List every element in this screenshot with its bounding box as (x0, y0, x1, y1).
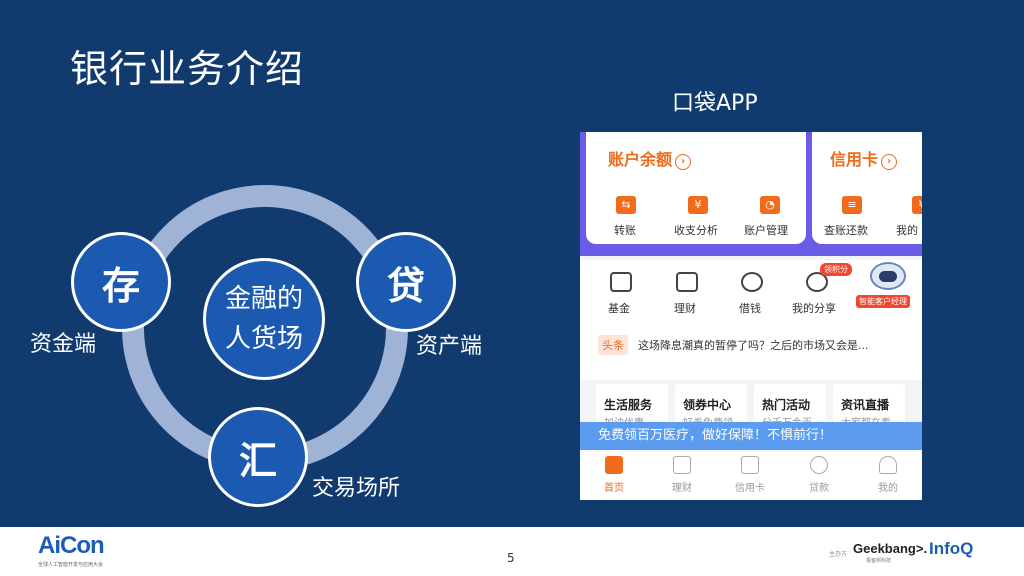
assets-label: 资产端 (416, 334, 483, 359)
news-headline[interactable]: 这场降息潮真的暂停了吗？之后的市场又会是... (638, 337, 869, 353)
aicon-logo-subtitle: 全球人工智能开发与应用大会 (38, 562, 104, 568)
bill-icon[interactable]: ≡ (842, 196, 862, 214)
wallet-icon[interactable] (676, 272, 698, 292)
yuan-icon[interactable]: ¥ (912, 196, 922, 214)
slide-title: 银行业务介绍 (70, 47, 305, 91)
quick-action-analysis[interactable]: 收支分析 (674, 222, 718, 238)
quick-action-manage[interactable]: 账户管理 (744, 222, 788, 238)
menu-fund[interactable]: 基金 (608, 300, 630, 316)
app-screenshot: 账户余额› ⇆ 转账 ¥ 收支分析 ◔ 账户管理 信用卡› ≡ 查账还款 ¥ 我… (580, 132, 922, 500)
home-icon (605, 456, 623, 474)
host-label: 主办方 (829, 551, 848, 558)
tab-home[interactable]: 首页 (584, 450, 644, 500)
news-tag: 头条 (598, 335, 628, 355)
assistant-badge: 智能客户经理 (856, 295, 910, 308)
robot-icon (870, 262, 906, 290)
aicon-logo: AiCon (38, 532, 105, 559)
app-title: 口袋APP (672, 91, 758, 116)
fund-chart-icon[interactable] (610, 272, 632, 292)
user-icon (879, 456, 897, 474)
trading-label: 交易场所 (312, 476, 401, 501)
loan-icon (810, 456, 828, 474)
credit-card-title[interactable]: 信用卡 › (830, 146, 898, 170)
center-node: 金融的 人货场 (203, 258, 325, 380)
funds-label: 资金端 (30, 332, 97, 357)
promo-banner[interactable]: 免费领百万医疗，做好保障！不惧前行！ (580, 422, 922, 450)
account-balance-label: 账户余额 (608, 150, 673, 169)
menu-borrow[interactable]: 借钱 (739, 300, 761, 316)
wallet-icon (673, 456, 691, 474)
yuan-icon[interactable]: ¥ (688, 196, 708, 214)
hand-coin-icon[interactable] (741, 272, 763, 292)
tab-label: 我的 (878, 483, 898, 494)
menu-wealth[interactable]: 理财 (674, 300, 696, 316)
card-icon (741, 456, 759, 474)
account-balance-title[interactable]: 账户余额 › (608, 146, 692, 170)
credit-card-card[interactable]: 信用卡› ≡ 查账还款 ¥ 我的 (812, 132, 922, 244)
tab-mine[interactable]: 我的 (858, 450, 918, 500)
pie-chart-icon[interactable]: ◔ (760, 196, 780, 214)
service-title: 热门活动 (762, 398, 811, 412)
share-badge: 领积分 (820, 263, 852, 276)
page-number: 5 (507, 551, 515, 565)
assistant-robot[interactable]: 智能客户经理 (856, 262, 918, 310)
service-title: 生活服务 (604, 398, 653, 412)
transfer-icon[interactable]: ⇆ (616, 196, 636, 214)
chevron-right-icon: › (675, 154, 692, 170)
geekbang-subtitle: 极客邦科技 (866, 558, 892, 564)
loan-node: 贷 (356, 232, 456, 332)
deposit-node: 存 (71, 232, 171, 332)
center-line-2: 人货场 (224, 324, 303, 354)
tab-wealth[interactable]: 理财 (652, 450, 712, 500)
infoq-logo: InfoQ (929, 539, 974, 558)
menu-share[interactable]: 我的分享 (792, 300, 836, 316)
tab-label: 贷款 (809, 483, 829, 494)
chevron-right-icon: › (881, 154, 898, 170)
service-title: 领券中心 (683, 398, 732, 412)
quick-action-transfer[interactable]: 转账 (614, 222, 636, 238)
quick-action-mine[interactable]: 我的 (896, 222, 918, 238)
bottom-tab-bar: 首页 理财 信用卡 贷款 我的 (580, 450, 922, 500)
tab-label: 理财 (672, 483, 692, 494)
tab-label: 首页 (604, 483, 624, 494)
tab-label: 信用卡 (735, 483, 765, 494)
service-title: 资讯直播 (841, 398, 890, 412)
quick-action-bill[interactable]: 查账还款 (824, 222, 868, 238)
credit-card-label: 信用卡 (830, 150, 879, 169)
center-line-1: 金融的 (224, 284, 303, 314)
exchange-node: 汇 (208, 407, 308, 507)
geekbang-logo: Geekbang>. (853, 541, 928, 556)
tab-credit-card[interactable]: 信用卡 (720, 450, 780, 500)
account-card[interactable]: 账户余额 › ⇆ 转账 ¥ 收支分析 ◔ 账户管理 (586, 132, 806, 244)
tab-loan[interactable]: 贷款 (789, 450, 849, 500)
